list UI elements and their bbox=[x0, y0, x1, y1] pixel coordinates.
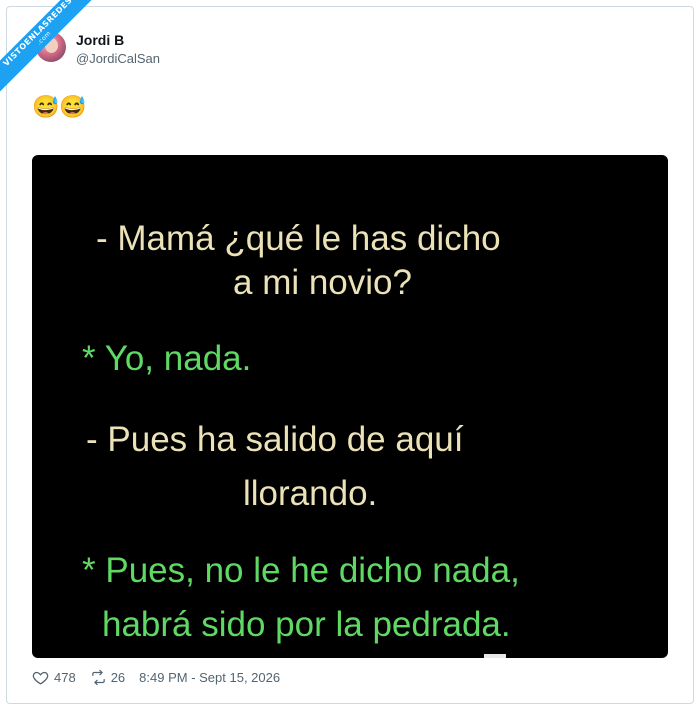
timestamp[interactable]: 8:49 PM - Sept 15, 2026 bbox=[139, 670, 280, 685]
heart-icon bbox=[32, 669, 49, 686]
tweet-image[interactable]: - Mamá ¿qué le has dicho a mi novio? * Y… bbox=[32, 155, 668, 658]
user-name[interactable]: Jordi B bbox=[76, 32, 124, 48]
retweet-button[interactable]: 26 bbox=[90, 669, 125, 686]
image-artifact bbox=[484, 654, 506, 658]
like-button[interactable]: 478 bbox=[32, 669, 76, 686]
retweet-icon bbox=[90, 669, 107, 686]
image-text-line: * Pues, no le he dicho nada, bbox=[82, 551, 520, 590]
user-handle[interactable]: @JordiCalSan bbox=[76, 51, 160, 66]
image-text-line: habrá sido por la pedrada. bbox=[102, 605, 511, 644]
image-text-line: - Pues ha salido de aquí bbox=[86, 420, 464, 459]
image-text-line: - Mamá ¿qué le has dicho bbox=[96, 219, 501, 258]
image-text-line: a mi novio? bbox=[233, 263, 412, 302]
tweet-text: 😅😅 bbox=[32, 94, 87, 119]
like-count: 478 bbox=[54, 670, 76, 685]
image-text-line: llorando. bbox=[243, 474, 378, 513]
tweet-footer: 478 26 8:49 PM - Sept 15, 2026 bbox=[32, 669, 280, 686]
image-text-line: * Yo, nada. bbox=[82, 339, 252, 378]
retweet-count: 26 bbox=[110, 670, 126, 685]
